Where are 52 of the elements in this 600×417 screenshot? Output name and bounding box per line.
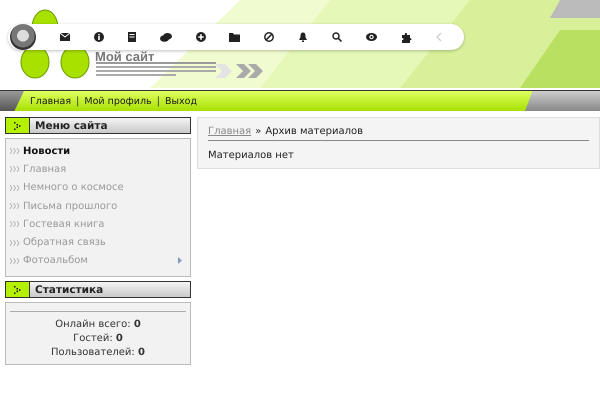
menu-item[interactable]: Новости: [6, 142, 190, 160]
menu-label: Немного о космосе: [23, 182, 125, 194]
menu-item[interactable]: Фотоальбом: [6, 252, 190, 270]
breadcrumb-link[interactable]: Главная: [208, 126, 252, 137]
search-icon[interactable]: [332, 32, 342, 42]
breadcrumb-separator: »: [255, 126, 262, 137]
stat-line: Пользователей: 0: [50, 346, 146, 360]
chevrons-icon: [10, 240, 20, 246]
chevrons-icon: [10, 203, 20, 210]
menu-item[interactable]: Немного о космосе: [6, 178, 190, 197]
menu-item[interactable]: Письма прошлого: [6, 196, 190, 216]
site-title: Мой сайт: [95, 50, 154, 63]
block-title: Статистика: [34, 284, 104, 296]
menu-item[interactable]: Обратная связь: [6, 233, 190, 252]
menu-label: Гостевая книга: [23, 218, 106, 230]
folder-icon[interactable]: [229, 32, 240, 42]
chevrons-icon: [10, 184, 20, 191]
stat-line: Онлайн всего: 0: [54, 318, 142, 332]
avatar[interactable]: [10, 24, 36, 50]
stat-line: Гостей: 0: [72, 332, 124, 346]
puzzle-icon[interactable]: [400, 32, 412, 42]
forbidden-icon[interactable]: [264, 32, 274, 42]
bell-icon[interactable]: [298, 32, 308, 42]
separator: |: [156, 96, 160, 106]
empty-message: Материалов нет: [208, 150, 295, 161]
info-icon[interactable]: [94, 32, 104, 42]
nav-link[interactable]: Мой профиль: [84, 96, 152, 106]
eye-icon[interactable]: [366, 33, 378, 41]
mail-icon[interactable]: [60, 33, 70, 41]
document-icon[interactable]: [128, 32, 136, 42]
arrow-dots-icon: [14, 122, 22, 130]
chat-icon[interactable]: [160, 32, 172, 42]
menu-label: Главная: [23, 164, 68, 175]
nav-link[interactable]: Выход: [165, 96, 198, 106]
menu-label: Новости: [23, 146, 72, 157]
chevrons-drawing: [215, 64, 263, 78]
plus-icon[interactable]: [196, 32, 206, 42]
chevrons-icon: [10, 258, 20, 264]
menu-item[interactable]: Гостевая книга: [6, 215, 190, 234]
menu-label: Обратная связь: [23, 237, 107, 248]
breadcrumb-current: Архив материалов: [265, 126, 364, 137]
chevrons-icon: [10, 148, 20, 154]
bar-end-left: [0, 91, 24, 111]
nav-link[interactable]: Главная: [30, 96, 72, 106]
menu-item[interactable]: Главная: [6, 160, 190, 179]
chevrons-icon: [10, 221, 20, 228]
menu-label: Фотоальбом: [23, 255, 89, 266]
block-title: Меню сайта: [34, 120, 108, 132]
menu-label: Письма прошлого: [23, 200, 118, 212]
arrow-dots-icon: [14, 286, 22, 294]
separator: |: [76, 96, 80, 106]
chevrons-icon: [10, 166, 20, 172]
